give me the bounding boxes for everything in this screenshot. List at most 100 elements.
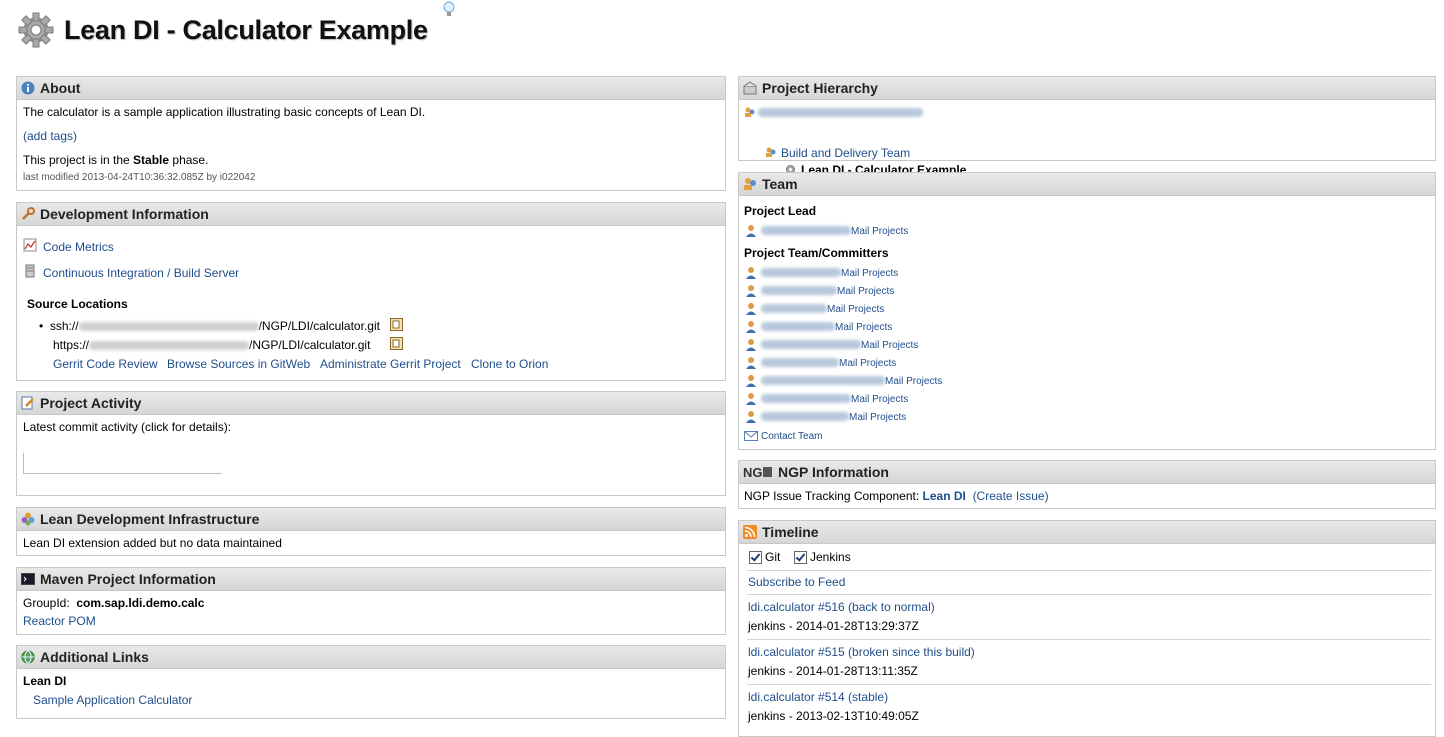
activity-chart[interactable] (23, 453, 222, 474)
sample-app-link[interactable]: Sample Application Calculator (33, 693, 192, 707)
redacted-parent-link[interactable] (758, 108, 923, 117)
team-panel: Team Project Lead Mail Projects Project … (738, 172, 1436, 450)
gear-icon (18, 12, 54, 48)
mail-projects-link[interactable]: Mail Projects (849, 412, 906, 423)
lean-infra-header: Lean Development Infrastructure (17, 508, 725, 531)
project-activity-heading: Project Activity (40, 395, 142, 411)
timeline-entry-title[interactable]: ldi.calculator #516 (back to normal) (748, 600, 935, 614)
team-member: Mail Projects (744, 265, 898, 280)
phase-text: This project is in the Stable phase. (23, 153, 209, 167)
project-hierarchy-header: Project Hierarchy (739, 77, 1435, 100)
redacted-member[interactable] (761, 226, 851, 236)
code-metrics-link[interactable]: Code Metrics (43, 240, 114, 254)
clone-to-orion-link[interactable]: Clone to Orion (471, 357, 548, 371)
ngp-component-link[interactable]: Lean DI (923, 489, 966, 503)
browse-gitweb-link[interactable]: Browse Sources in GitWeb (167, 357, 310, 371)
mail-projects-link[interactable]: Mail Projects (839, 358, 896, 369)
timeline-entry-title[interactable]: ldi.calculator #515 (broken since this b… (748, 645, 975, 659)
team-member: Mail Projects (744, 355, 896, 370)
divider (747, 639, 1431, 640)
redacted-member[interactable] (761, 376, 885, 386)
hierarchy-build-delivery-link[interactable]: Build and Delivery Team (781, 146, 910, 160)
person-icon (746, 392, 756, 405)
group-icon (745, 107, 755, 117)
copy-icon[interactable] (390, 337, 403, 350)
additional-links-group: Lean DI (23, 674, 67, 688)
committers-heading: Project Team/Committers (744, 246, 889, 260)
project-activity-panel: Project Activity Latest commit activity … (16, 391, 726, 496)
envelope-icon (744, 430, 758, 441)
about-header: About (17, 77, 725, 100)
source-locations-heading: Source Locations (27, 297, 128, 311)
copy-icon[interactable] (390, 318, 403, 331)
team-member: Mail Projects (744, 319, 892, 334)
mail-projects-link[interactable]: Mail Projects (851, 226, 908, 237)
timeline-header: Timeline (739, 521, 1435, 544)
create-issue-link[interactable]: (Create Issue) (973, 489, 1049, 503)
mail-projects-link[interactable]: Mail Projects (835, 322, 892, 333)
maven-panel: Maven Project Information GroupId: com.s… (16, 567, 726, 635)
maven-heading: Maven Project Information (40, 571, 216, 587)
ci-server-link[interactable]: Continuous Integration / Build Server (43, 266, 239, 280)
contact-team-link[interactable]: Contact Team (761, 431, 823, 442)
ngp-logo-icon: NG (743, 465, 772, 479)
redacted-member[interactable] (761, 394, 851, 404)
about-heading: About (40, 80, 81, 96)
mail-projects-link[interactable]: Mail Projects (861, 340, 918, 351)
redacted-member[interactable] (761, 304, 827, 314)
person-icon (746, 284, 756, 297)
info-icon (21, 81, 35, 95)
mail-projects-link[interactable]: Mail Projects (827, 304, 884, 315)
person-icon (746, 374, 756, 387)
edit-icon (21, 396, 34, 410)
timeline-entry-title[interactable]: ldi.calculator #514 (stable) (748, 690, 888, 704)
flower-icon (21, 512, 35, 526)
redacted-host (78, 322, 259, 332)
redacted-member[interactable] (761, 340, 861, 350)
administrate-gerrit-link[interactable]: Administrate Gerrit Project (320, 357, 461, 371)
maven-header: Maven Project Information (17, 568, 725, 591)
timeline-panel: Timeline Git Jenkins Subscribe to Feed l… (738, 520, 1436, 737)
mail-projects-link[interactable]: Mail Projects (841, 268, 898, 279)
redacted-member[interactable] (761, 358, 839, 368)
hierarchy-icon (743, 81, 757, 95)
timeline-entry-meta: jenkins - 2014-01-28T13:11:35Z (748, 664, 918, 678)
team-header: Team (739, 173, 1435, 196)
filter-git[interactable]: Git (749, 550, 780, 565)
timeline-entry-meta: jenkins - 2014-01-28T13:29:37Z (748, 619, 919, 633)
mail-projects-link[interactable]: Mail Projects (837, 286, 894, 297)
divider (747, 684, 1431, 685)
git-checkbox[interactable] (749, 551, 762, 565)
add-tags-link[interactable]: (add tags) (23, 129, 77, 143)
redacted-member[interactable] (761, 322, 835, 332)
mail-projects-link[interactable]: Mail Projects (885, 376, 942, 387)
ngp-heading: NGP Information (778, 464, 889, 480)
subscribe-feed-link[interactable]: Subscribe to Feed (748, 575, 845, 589)
terminal-icon (21, 573, 35, 585)
lean-infra-panel: Lean Development Infrastructure Lean DI … (16, 507, 726, 556)
group-icon (766, 147, 776, 157)
page-title: Lean DI - Calculator Example (64, 14, 428, 45)
group-id: GroupId: com.sap.ldi.demo.calc (23, 596, 205, 610)
reactor-pom-link[interactable]: Reactor POM (23, 614, 96, 628)
person-icon (746, 320, 756, 333)
mail-projects-link[interactable]: Mail Projects (851, 394, 908, 405)
team-member: Mail Projects (744, 337, 918, 352)
page-header: Lean DI - Calculator Example (16, 8, 428, 52)
svg-text:NG: NG (743, 465, 763, 479)
redacted-member[interactable] (761, 412, 849, 422)
redacted-member[interactable] (761, 268, 841, 278)
team-member: Mail Projects (744, 409, 906, 424)
lean-infra-text: Lean DI extension added but no data main… (23, 536, 282, 550)
lightbulb-icon[interactable] (441, 0, 457, 18)
gerrit-code-review-link[interactable]: Gerrit Code Review (53, 357, 158, 371)
filter-jenkins[interactable]: Jenkins (794, 550, 851, 565)
additional-links-header: Additional Links (17, 646, 725, 669)
person-icon (746, 338, 756, 351)
team-member: Mail Projects (744, 391, 908, 406)
redacted-member[interactable] (761, 286, 837, 296)
dev-info-panel: Development Information Code Metrics Con… (16, 202, 726, 381)
project-hierarchy-heading: Project Hierarchy (762, 80, 878, 96)
lean-infra-heading: Lean Development Infrastructure (40, 511, 260, 527)
jenkins-checkbox[interactable] (794, 551, 807, 565)
